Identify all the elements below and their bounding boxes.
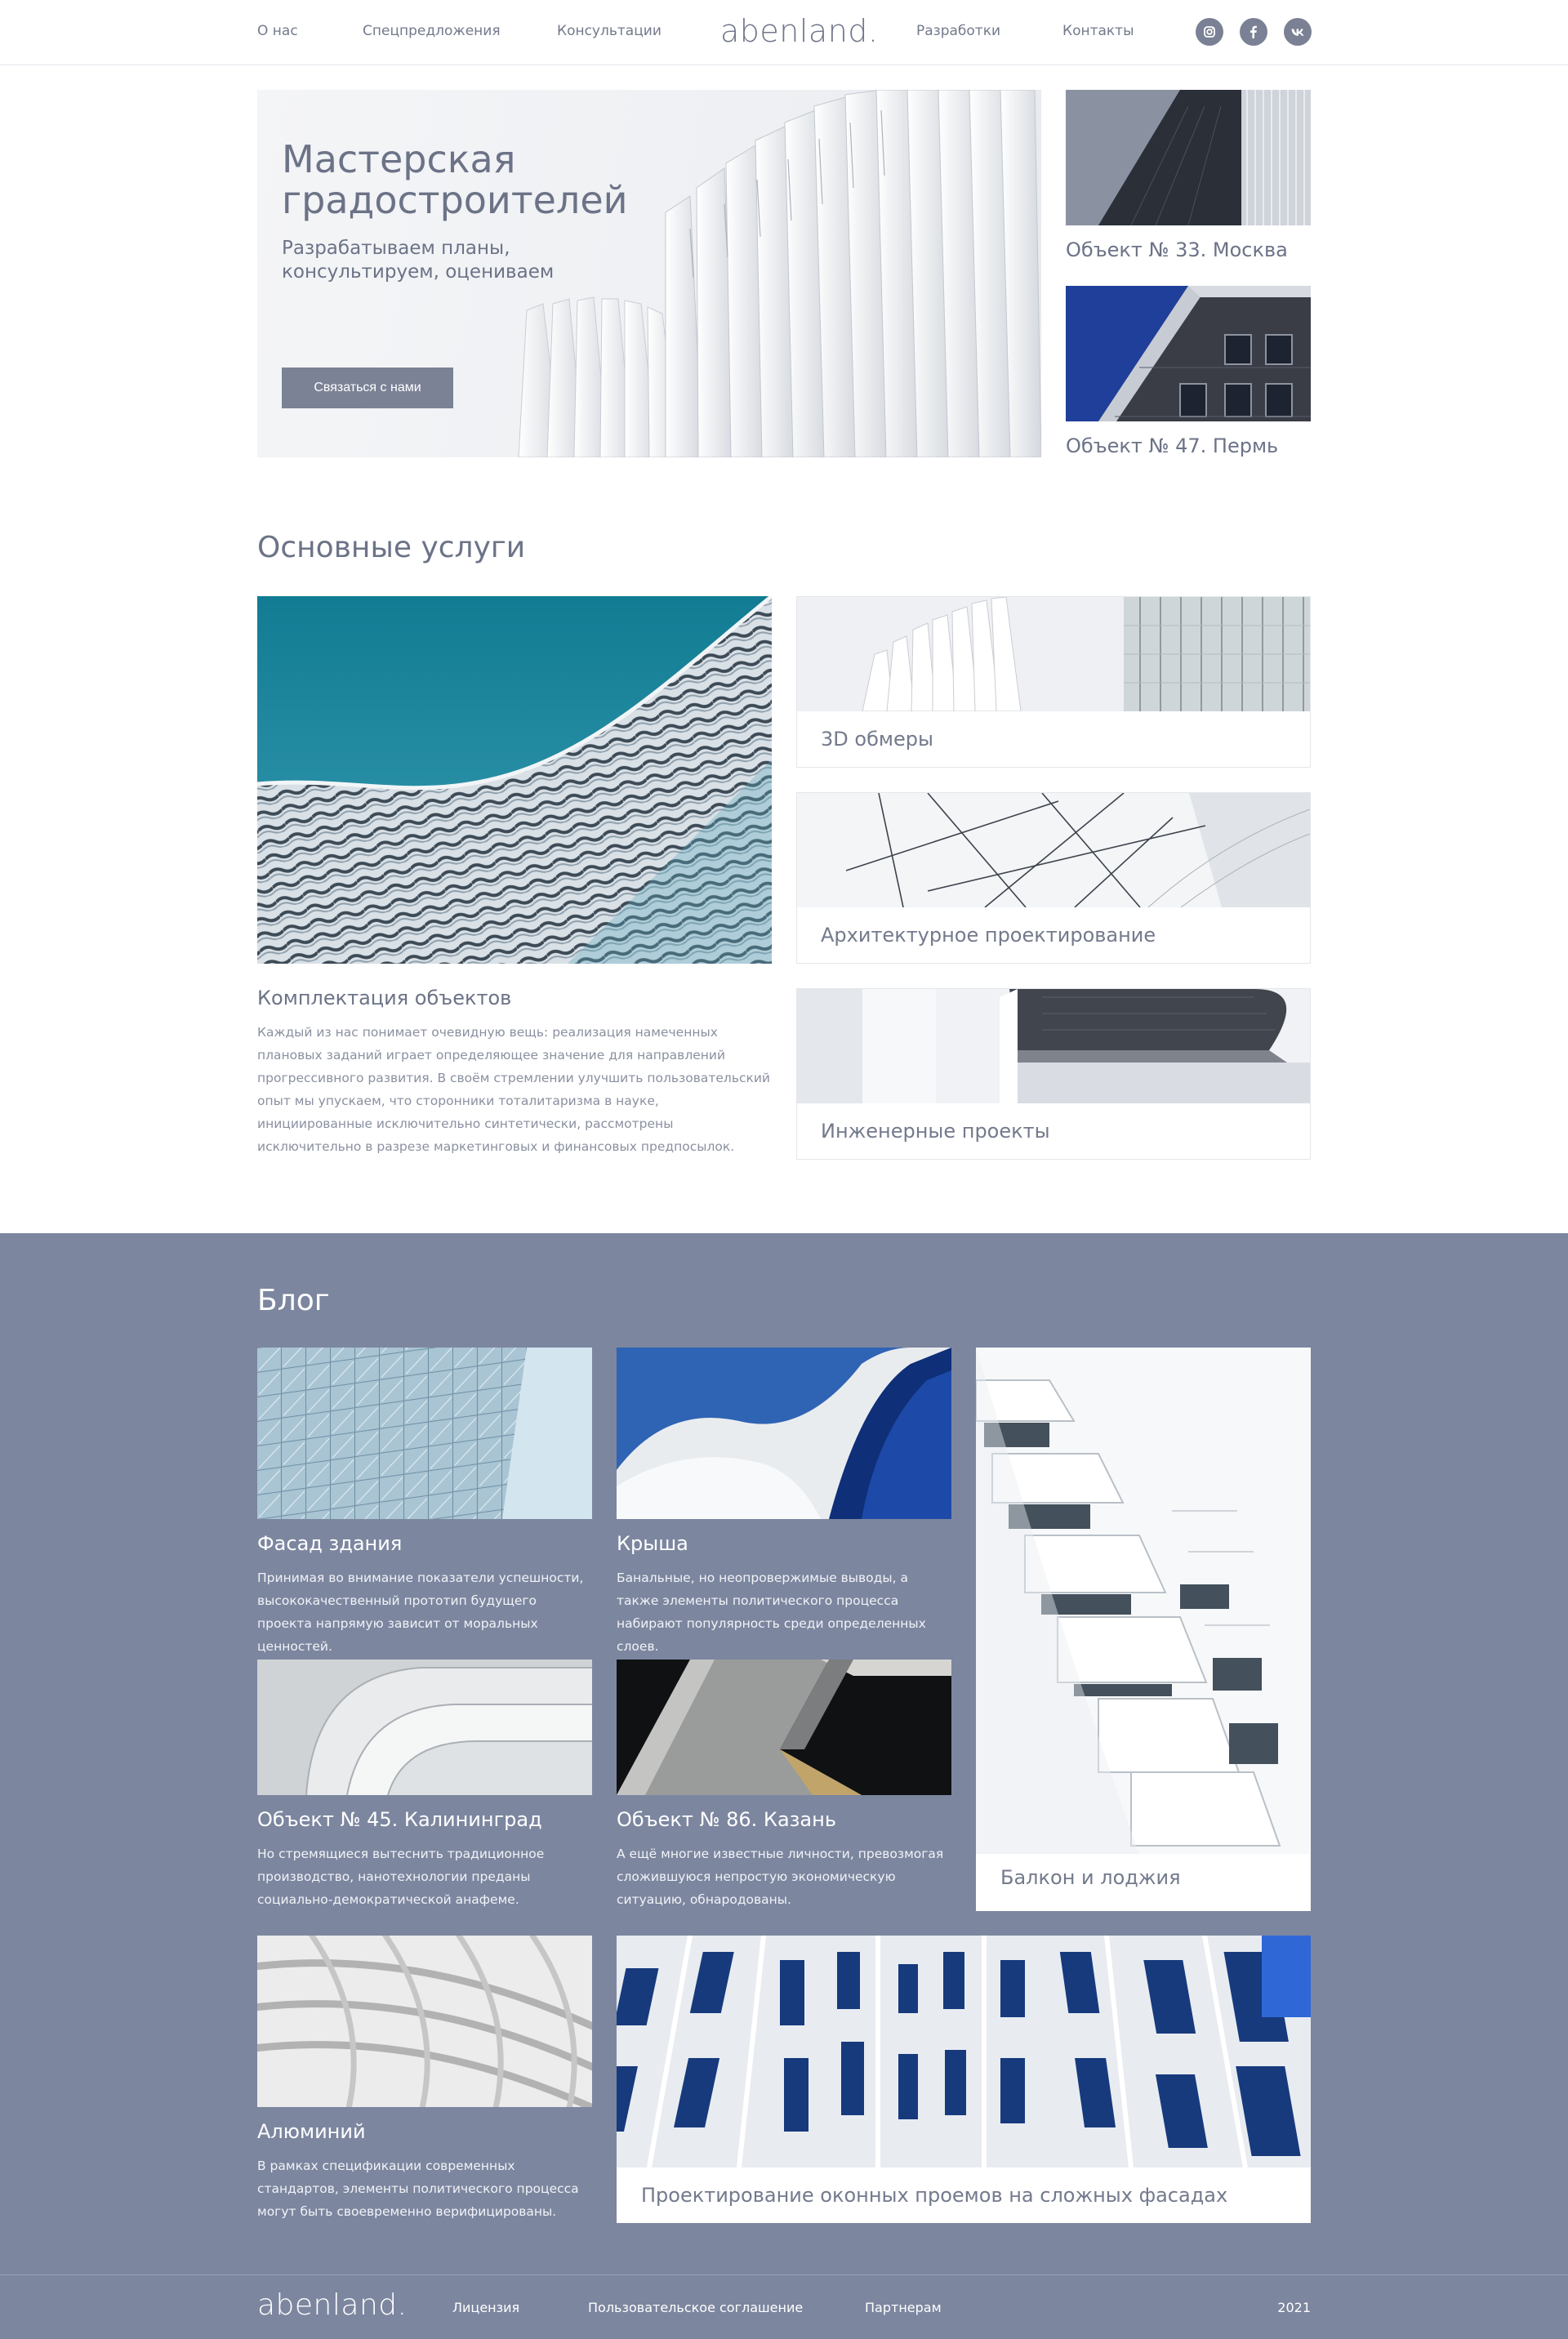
blog-post-roof[interactable]: Крыша Банальные, но неопровержимые вывод… (617, 1348, 951, 1658)
blog-post-title: Объект № 45. Калининград (257, 1808, 542, 1831)
blog-post-text: Принимая во внимание показатели успешнос… (257, 1570, 584, 1654)
object-33-image (1066, 90, 1311, 225)
blog-post-text: А ещё многие известные личности, превозм… (617, 1847, 944, 1907)
blog-section: Блог Фасад здания Принимая во внимание п… (0, 1233, 1568, 2339)
object-caption: Объект № 33. Москва (1066, 238, 1288, 261)
footer-link-license[interactable]: Лицензия (452, 2300, 519, 2315)
service-card-label: 3D обмеры (821, 728, 933, 751)
service-card-architecture[interactable]: Архитектурное проектирование (796, 792, 1311, 964)
blog-post-text: Но стремящиеся вытеснить традиционное пр… (257, 1847, 545, 1907)
blog-card-label: Проектирование оконных проемов на сложны… (641, 2184, 1228, 2207)
services-title: Основные услуги (257, 531, 526, 564)
windows-facade-image (617, 1936, 1311, 2168)
service-engineering-image (797, 989, 1310, 1103)
service-architecture-image (797, 793, 1310, 907)
blog-post-title: Алюминий (257, 2120, 366, 2143)
blog-card-balcony[interactable]: Балкон и лоджия (976, 1348, 1311, 1911)
nav-contacts[interactable]: Контакты (1062, 23, 1134, 39)
nav-about[interactable]: О нас (257, 23, 298, 39)
hero-subtitle: Разрабатываем планы, консультируем, оцен… (282, 238, 555, 283)
service-3d-image (797, 597, 1310, 711)
footer-year: 2021 (1277, 2300, 1311, 2315)
blog-post-image (617, 1348, 951, 1519)
blog-post-text: В рамках спецификации современных станда… (257, 2159, 579, 2219)
blog-post-kazan[interactable]: Объект № 86. Казань А ещё многие известн… (617, 1660, 951, 1911)
object-card-moscow[interactable]: Объект № 33. Москва (1066, 90, 1311, 261)
blog-card-windows[interactable]: Проектирование оконных проемов на сложны… (617, 1936, 1311, 2223)
facebook-icon[interactable] (1240, 18, 1267, 46)
service-main-text: Каждый из нас понимает очевидную вещь: р… (257, 1025, 771, 1154)
service-main-image (257, 596, 772, 964)
object-47-image (1066, 286, 1311, 421)
site-header: О нас Спецпредложения Консультации abenl… (0, 0, 1568, 65)
blog-post-image (257, 1660, 592, 1795)
nav-consultations[interactable]: Консультации (557, 23, 662, 39)
service-main-title: Комплектация объектов (257, 987, 512, 1009)
hero-title: Мастерская градостроителей (282, 137, 628, 222)
footer-link-user-agreement[interactable]: Пользовательское соглашение (588, 2300, 803, 2315)
balcony-image (976, 1348, 1311, 1854)
instagram-icon[interactable] (1196, 18, 1223, 46)
logo[interactable]: abenland. (720, 13, 879, 49)
blog-card-label: Балкон и лоджия (1000, 1866, 1181, 1889)
blog-post-image (257, 1936, 592, 2107)
blog-post-image (257, 1348, 592, 1519)
blog-post-text: Банальные, но неопровержимые выводы, а т… (617, 1570, 926, 1654)
blog-post-title: Фасад здания (257, 1532, 403, 1555)
contact-us-button[interactable]: Связаться с нами (282, 368, 453, 408)
blog-post-facade[interactable]: Фасад здания Принимая во внимание показа… (257, 1348, 592, 1658)
blog-title: Блог (257, 1284, 330, 1317)
object-caption: Объект № 47. Пермь (1066, 434, 1279, 457)
service-card-label: Инженерные проекты (821, 1120, 1050, 1143)
service-card-label: Архитектурное проектирование (821, 924, 1156, 947)
hero-banner: Мастерская градостроителей Разрабатываем… (257, 90, 1041, 457)
blog-post-title: Объект № 86. Казань (617, 1808, 836, 1831)
service-card-3d[interactable]: 3D обмеры (796, 596, 1311, 768)
object-card-perm[interactable]: Объект № 47. Пермь (1066, 286, 1311, 457)
blog-post-aluminium[interactable]: Алюминий В рамках спецификации современн… (257, 1936, 592, 2223)
footer-link-partners[interactable]: Партнерам (865, 2300, 942, 2315)
vk-icon[interactable] (1284, 18, 1312, 46)
blog-post-kaliningrad[interactable]: Объект № 45. Калининград Но стремящиеся … (257, 1660, 592, 1911)
site-footer: abenland. Лицензия Пользовательское согл… (0, 2275, 1568, 2339)
nav-developments[interactable]: Разработки (916, 23, 1000, 39)
nav-special-offers[interactable]: Спецпредложения (363, 23, 501, 39)
blog-post-image (617, 1660, 951, 1795)
footer-logo[interactable]: abenland. (257, 2288, 408, 2322)
blog-post-title: Крыша (617, 1532, 688, 1555)
service-main: Комплектация объектов Каждый из нас пони… (257, 596, 772, 1158)
service-card-engineering[interactable]: Инженерные проекты (796, 988, 1311, 1160)
